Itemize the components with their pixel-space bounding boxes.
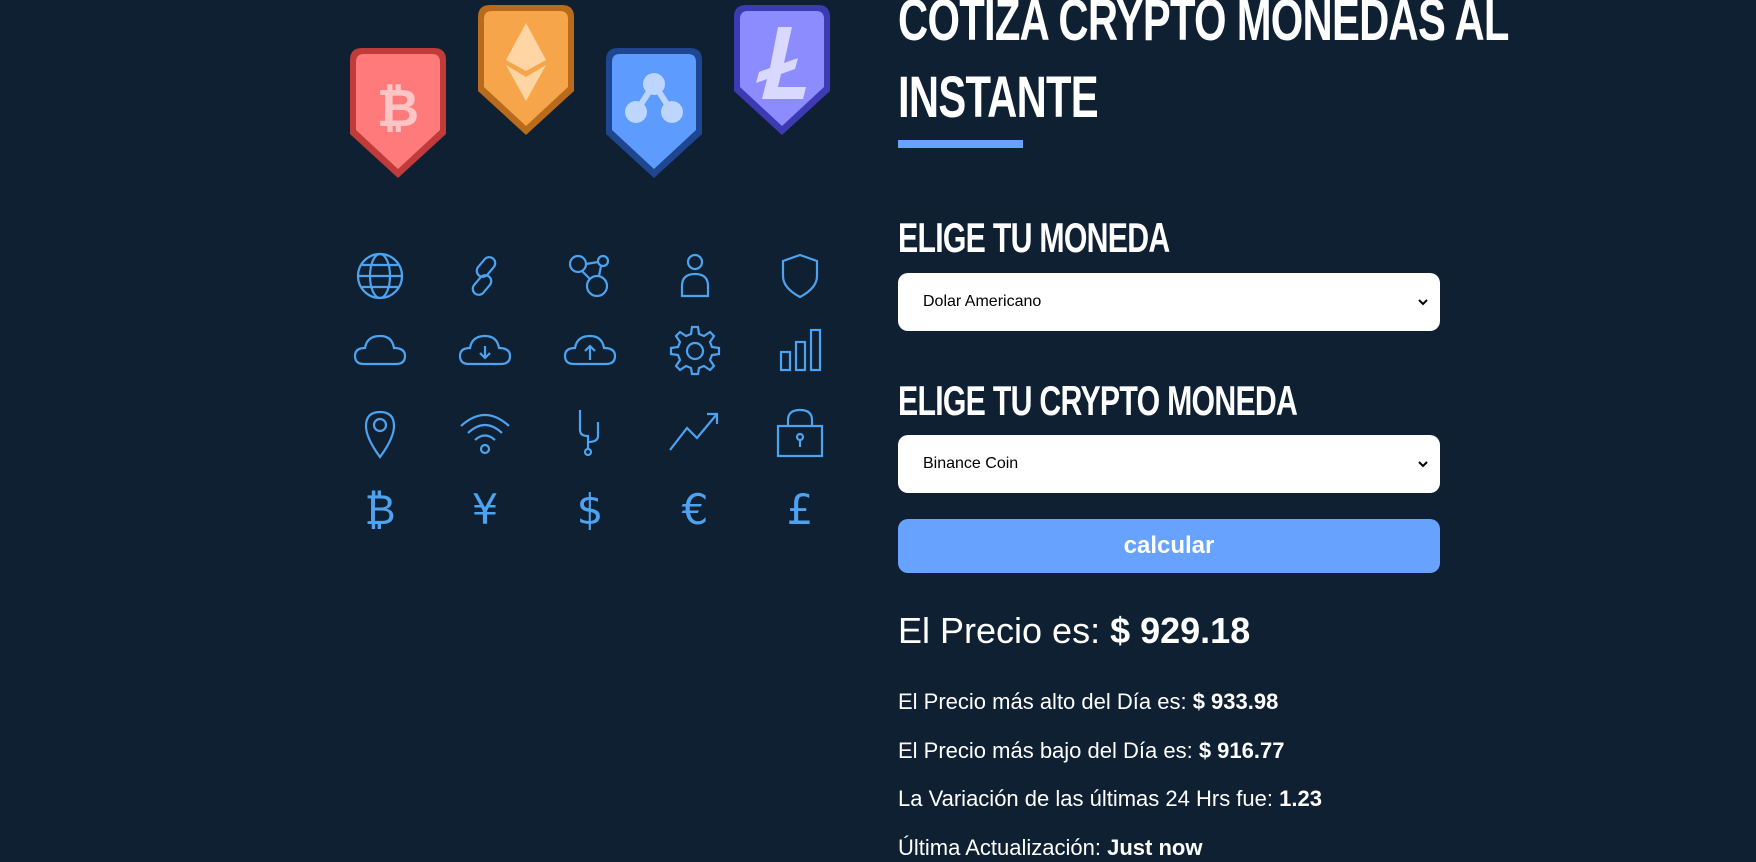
svg-text:€: € [682,485,709,534]
dollar-icon: $ [577,485,604,534]
cloud-upload-icon [563,334,617,366]
padlock-icon [776,408,824,458]
low-price-label: El Precio más bajo del Día es: [898,738,1199,763]
svg-text:¥: ¥ [472,485,499,534]
currency-select[interactable]: Dolar Americano [898,273,1440,331]
last-update-value: Just now [1107,835,1203,860]
yen-icon: ¥ [472,485,499,534]
bitcoin-coin-icon: ₿ [350,48,446,178]
low-price-line: El Precio más bajo del Día es: $ 916.77 [898,737,1284,765]
litecoin-coin-icon [734,5,830,135]
link-icon [471,256,497,296]
bar-chart-icon [779,328,822,372]
high-price-value: $ 933.98 [1192,689,1279,714]
chevron-down-icon [1418,299,1428,306]
last-update-line: Última Actualización: Just now [898,834,1202,862]
network-nodes-icon [568,254,610,298]
location-pin-icon [364,410,396,459]
currency-label: Elige tu Moneda [898,214,1170,261]
last-update-label: Última Actualización: [898,835,1108,860]
page-title-line-1: Cotiza Crypto Monedas al [898,0,1509,53]
price-value: $ 929.18 [1110,610,1251,651]
illustration: ₿ ₿ ¥ $ € £ [340,0,840,857]
high-price-line: El Precio más alto del Día es: $ 933.98 [898,688,1278,716]
cloud-icon [353,334,407,366]
crypto-label: Elige tu Crypto Moneda [898,377,1298,424]
svg-text:₿: ₿ [377,79,419,139]
svg-text:$: $ [577,485,604,534]
page-title: Cotiza Crypto Monedas al Instante [898,0,1509,136]
chevron-down-icon [1418,461,1428,468]
shield-icon [781,253,819,299]
pound-icon: £ [787,485,814,534]
price-label: El Precio es: [898,610,1111,651]
globe-icon [356,252,404,300]
ripple-coin-icon [606,48,702,178]
crypto-select[interactable]: Binance Coin [898,435,1440,493]
svg-text:₿: ₿ [364,485,395,534]
change-line: La Variación de las últimas 24 Hrs fue: … [898,785,1322,813]
currency-select-value: Dolar Americano [923,293,1042,310]
wifi-icon [460,413,510,455]
price-result: El Precio es: $ 929.18 [898,609,1250,653]
trending-up-icon [669,412,719,451]
bitcoin-icon: ₿ [364,485,395,534]
page-title-line-2: Instante [898,65,1099,130]
euro-icon: € [682,485,709,534]
change-value: 1.23 [1279,786,1322,811]
cloud-download-icon [458,334,512,366]
title-underline [898,140,1023,148]
gear-icon [669,325,721,376]
crypto-select-value: Binance Coin [923,455,1019,472]
ethereum-coin-icon [478,5,574,135]
low-price-value: $ 916.77 [1198,738,1285,763]
change-label: La Variación de las últimas 24 Hrs fue: [898,786,1280,811]
calculate-button[interactable]: calcular [898,519,1440,573]
high-price-label: El Precio más alto del Día es: [898,689,1193,714]
user-icon [680,253,710,298]
svg-text:£: £ [787,485,814,534]
fork-icon [578,410,600,457]
